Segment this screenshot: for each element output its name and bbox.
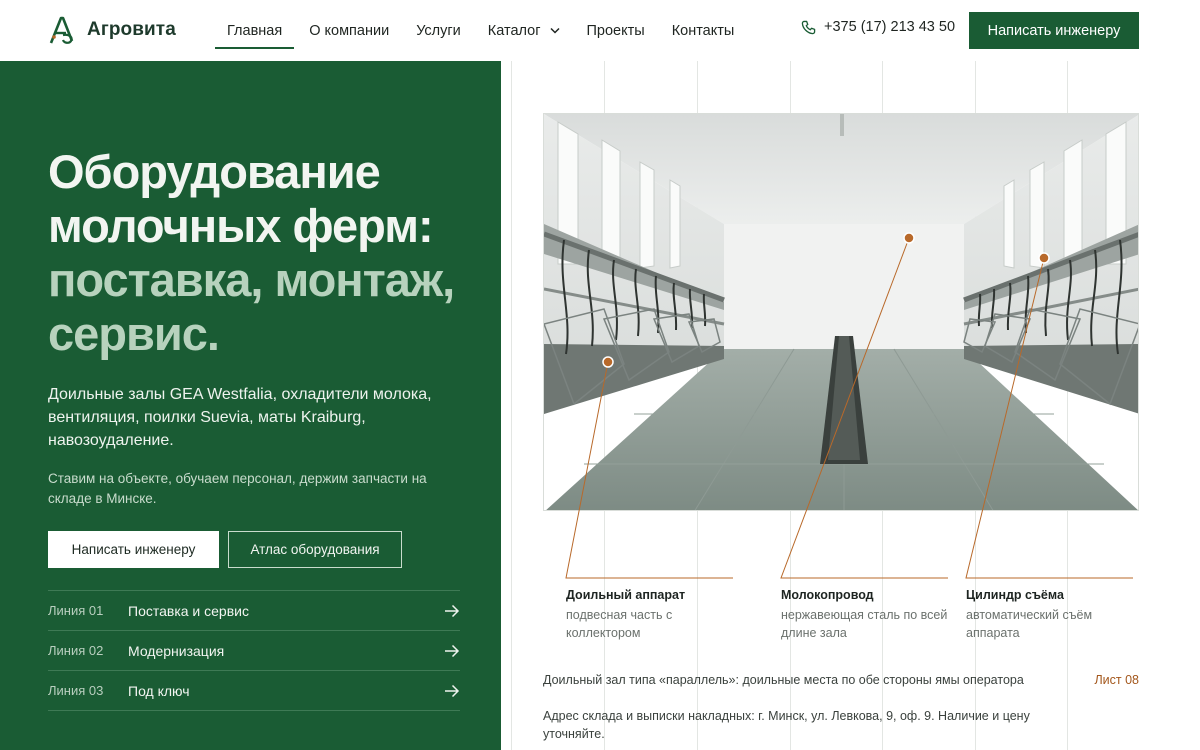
milking-parlor-photo <box>543 113 1139 511</box>
annotation-description: автоматический съём аппарата <box>966 608 1093 640</box>
site-header: Агровита Главная О компании Услуги Катал… <box>0 0 1200 61</box>
phone-icon <box>801 20 816 34</box>
hero-title-accent: поставка, монтаж, сервис. <box>48 253 455 360</box>
photo-caption: Доильный зал типа «параллель»: доильные … <box>543 673 1024 687</box>
service-line-01[interactable]: Линия 01 Поставка и сервис <box>48 591 460 631</box>
phone-number: +375 (17) 213 43 50 <box>824 19 956 35</box>
arrow-right-icon <box>445 604 460 617</box>
hero-subtext: Ставим на объекте, обучаем персонал, дер… <box>48 471 427 506</box>
annotation-description: подвесная часть с коллектором <box>566 608 673 640</box>
brand-logo[interactable]: Агровита <box>49 16 176 44</box>
annotation-title: Доильный аппарат <box>566 588 686 602</box>
arrow-right-icon <box>445 644 460 657</box>
nav-label: О компании <box>309 22 390 39</box>
hero-lead: Доильные залы GEA Westfalia, охладители … <box>48 386 432 449</box>
agrovita-logo-icon <box>49 16 74 44</box>
milking-parlor-illustration <box>544 114 1138 510</box>
phone-link[interactable]: +375 (17) 213 43 50 <box>801 19 955 35</box>
nav-label: Проекты <box>586 22 645 39</box>
sheet-number: Лист 08 <box>1094 673 1139 687</box>
service-line-02[interactable]: Линия 02 Модернизация <box>48 631 460 671</box>
nav-item-home[interactable]: Главная <box>215 0 295 61</box>
service-line-03[interactable]: Линия 03 Под ключ <box>48 671 460 711</box>
annotation-removal-cylinder: Цилиндр съёма автоматический съём аппара… <box>966 587 1134 642</box>
nav-item-services[interactable]: Услуги <box>416 0 461 61</box>
line-name: Модернизация <box>128 642 225 659</box>
annotation-title: Цилиндр съёма <box>966 588 1064 602</box>
write-engineer-header-button[interactable]: Написать инженеру <box>969 12 1139 49</box>
hero-title: Оборудование молочных ферм: поставка, мо… <box>48 145 478 361</box>
annotation-description: нержавеющая сталь по всей длине зала <box>781 608 948 640</box>
nav-item-projects[interactable]: Проекты <box>587 0 645 61</box>
equipment-atlas-button[interactable]: Атлас оборудования <box>228 531 402 568</box>
nav-label: Контакты <box>671 22 735 39</box>
arrow-right-icon <box>445 684 460 697</box>
annotation-milk-pipeline: Молокопровод нержавеющая сталь по всей д… <box>781 587 949 642</box>
warehouse-address: Адрес склада и выписки накладных: г. Мин… <box>543 709 1030 741</box>
line-name: Под ключ <box>128 682 190 699</box>
line-number: Линия 02 <box>48 643 104 658</box>
chevron-down-icon <box>549 27 560 34</box>
grid-line <box>511 61 512 750</box>
line-name: Поставка и сервис <box>128 602 249 619</box>
annotation-milking-unit: Доильный аппарат подвесная часть с колле… <box>566 587 734 642</box>
nav-item-catalog[interactable]: Каталог <box>488 0 560 61</box>
nav-label: Главная <box>227 22 283 39</box>
hero-panel: Оборудование молочных ферм: поставка, мо… <box>0 61 501 750</box>
line-number: Линия 01 <box>48 603 104 618</box>
nav-item-about[interactable]: О компании <box>309 0 389 61</box>
brand-name: Агровита <box>87 19 176 40</box>
nav-label: Каталог <box>487 22 541 39</box>
line-number: Линия 03 <box>48 683 104 698</box>
equipment-sheet: Доильный аппарат подвесная часть с колле… <box>501 61 1200 750</box>
annotation-title: Молокопровод <box>781 588 874 602</box>
write-engineer-button[interactable]: Написать инженеру <box>48 531 219 568</box>
nav-label: Услуги <box>416 22 461 39</box>
nav-item-contacts[interactable]: Контакты <box>672 0 735 61</box>
hero-title-main: Оборудование молочных ферм: <box>48 145 434 252</box>
main-nav: Главная О компании Услуги Каталог Проект… <box>215 0 761 61</box>
service-lines-list: Линия 01 Поставка и сервис Линия 02 Моде… <box>48 590 460 711</box>
